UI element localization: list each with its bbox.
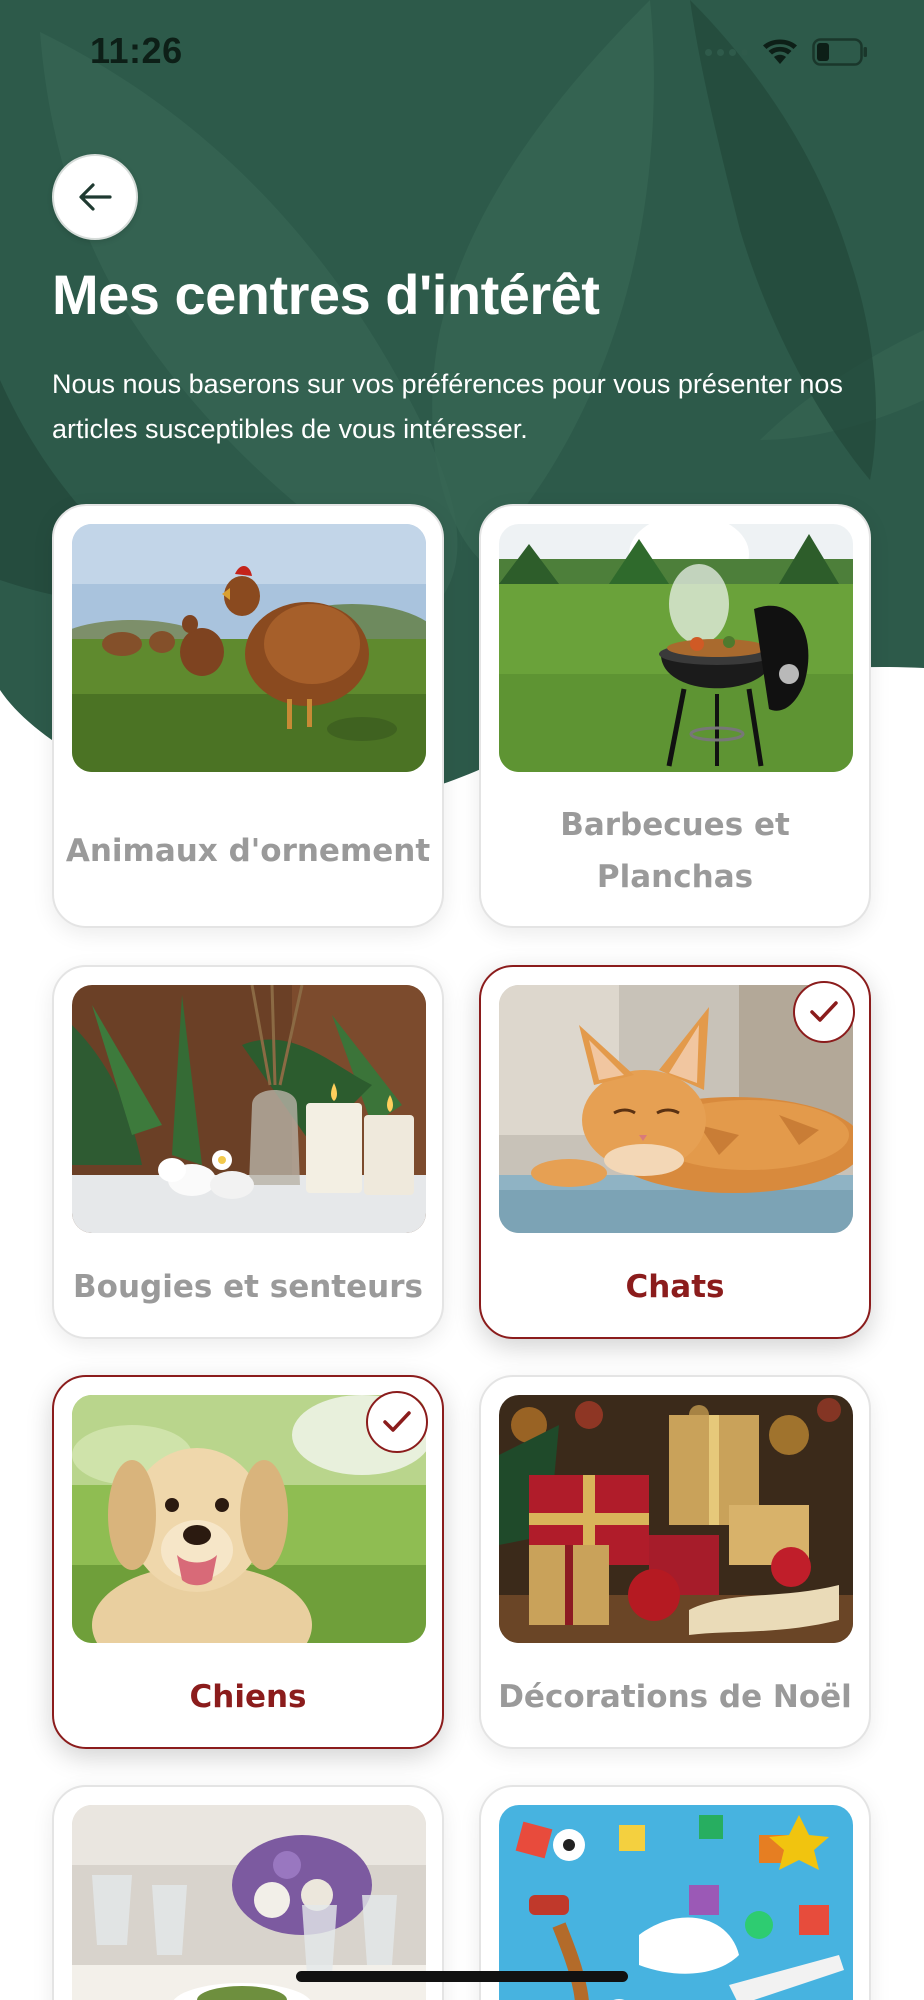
interest-card-animaux[interactable]: Animaux d'ornement — [52, 504, 444, 928]
interest-label: Chiens — [189, 1679, 307, 1715]
interest-card-table[interactable] — [52, 1785, 444, 2000]
interests-screen: 11:26 Mes centres d'intérêt Nous nous ba… — [0, 0, 924, 2000]
interest-card-chiens[interactable]: Chiens — [52, 1375, 444, 1749]
page-title: Mes centres d'intérêt — [52, 263, 600, 326]
status-time: 11:26 — [90, 30, 183, 71]
candles-photo — [72, 985, 426, 1233]
status-bar: 11:26 — [0, 0, 924, 104]
status-icons — [705, 36, 868, 68]
interest-card-chats[interactable]: Chats — [479, 965, 871, 1339]
arrow-left-icon — [79, 183, 112, 211]
home-indicator[interactable] — [296, 1971, 628, 1982]
back-button[interactable] — [52, 154, 138, 240]
chickens-photo — [72, 524, 426, 772]
interest-card-toys[interactable] — [479, 1785, 871, 2000]
interest-card-barbecues[interactable]: Barbecues et Planchas — [479, 504, 871, 928]
signal-icon — [705, 48, 748, 56]
interest-label: Animaux d'ornement — [65, 833, 431, 869]
interest-label: Décorations de Noël — [498, 1679, 852, 1715]
checkmark-icon — [366, 1391, 428, 1453]
interest-label: Bougies et senteurs — [73, 1269, 423, 1305]
battery-icon — [812, 38, 867, 66]
interest-label: Chats — [625, 1269, 725, 1305]
christmas-gifts-photo — [499, 1395, 853, 1643]
checkmark-icon — [793, 981, 855, 1043]
interest-card-bougies[interactable]: Bougies et senteurs — [52, 965, 444, 1339]
page-subtitle: Nous nous baserons sur vos préférences p… — [52, 369, 843, 444]
interest-label: Barbecues et Planchas — [560, 807, 790, 895]
interest-card-decorations-noel[interactable]: Décorations de Noël — [479, 1375, 871, 1749]
wifi-icon — [763, 39, 797, 64]
barbecue-photo — [499, 524, 853, 772]
